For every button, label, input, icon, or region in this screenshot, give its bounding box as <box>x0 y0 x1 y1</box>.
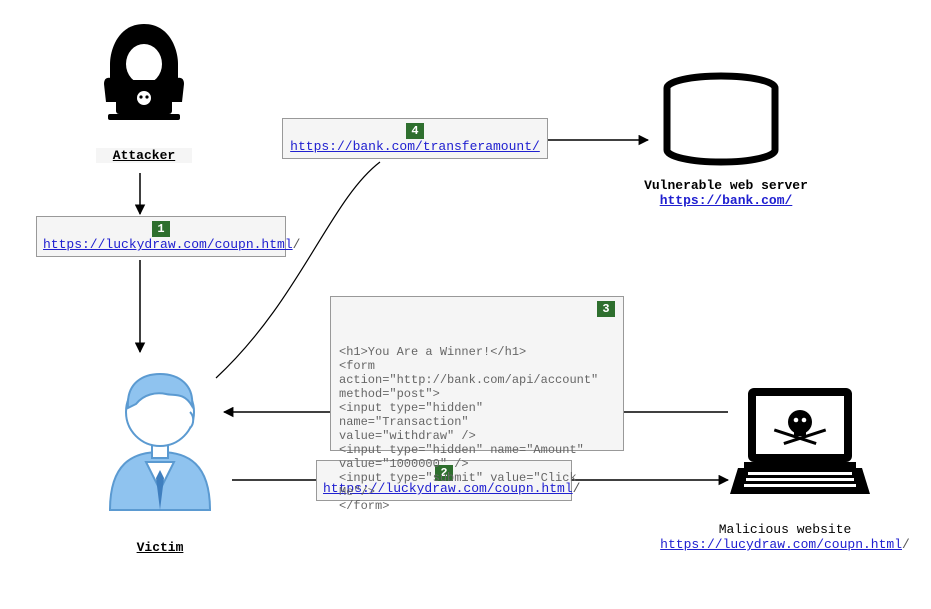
attacker-label: Attacker <box>96 148 192 163</box>
step-1-box: 1 https://luckydraw.com/coupn.html/ <box>36 216 286 257</box>
malicious-site-url: https://lucydraw.com/coupn.html <box>660 537 902 552</box>
server-label-block: Vulnerable web server https://bank.com/ <box>616 178 836 208</box>
malicious-site-label: Malicious website <box>719 522 852 537</box>
step-4-badge: 4 <box>406 123 424 139</box>
server-url: https://bank.com/ <box>660 193 793 208</box>
victim-icon <box>100 352 220 512</box>
step-4-box: 4 https://bank.com/transferamount/ <box>282 118 548 159</box>
step-1-url: https://luckydraw.com/coupn.html <box>43 237 293 252</box>
malicious-site-icon <box>730 382 870 502</box>
server-icon <box>656 72 786 172</box>
server-label: Vulnerable web server <box>644 178 808 193</box>
diagram-canvas: { "actors": { "attacker": { "label": "At… <box>0 0 931 609</box>
step-4-url: https://bank.com/transferamount/ <box>290 139 540 154</box>
malicious-site-label-block: Malicious website https://lucydraw.com/c… <box>640 522 930 552</box>
step-1-url-trail: / <box>293 237 301 252</box>
step-1-badge: 1 <box>152 221 170 237</box>
step-3-code: <h1>You Are a Winner!</h1> <form action=… <box>339 345 615 513</box>
step-3-badge: 3 <box>597 301 615 317</box>
victim-label: Victim <box>100 540 220 555</box>
attacker-icon <box>96 22 192 134</box>
step-3-code-box: 3 <h1>You Are a Winner!</h1> <form actio… <box>330 296 624 451</box>
malicious-site-url-trail: / <box>902 537 910 552</box>
